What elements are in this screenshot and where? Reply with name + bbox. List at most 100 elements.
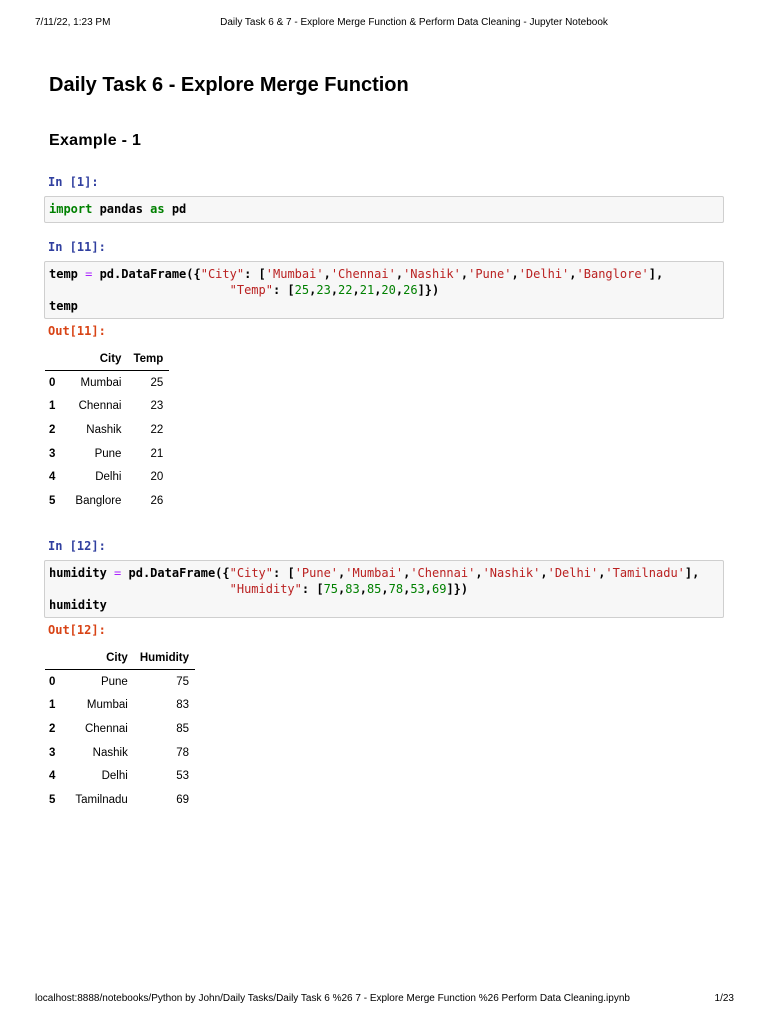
- page-title: Daily Task 6 - Explore Merge Function: [49, 74, 409, 96]
- code-line: temp = pd.DataFrame({"City": ['Mumbai','…: [49, 266, 719, 282]
- code-line: humidity: [49, 597, 719, 613]
- table-row: 4 Delhi 53: [45, 764, 195, 788]
- code-line: import pandas as pd: [49, 201, 719, 217]
- section-heading: Example - 1: [49, 132, 142, 149]
- table-row: 0 Mumbai 25: [45, 371, 169, 395]
- row-index: 4: [49, 770, 56, 783]
- column-header: [45, 348, 70, 371]
- code-token: 'Pune': [294, 566, 339, 580]
- code-token: "City": [200, 267, 245, 281]
- row-index: 0: [49, 376, 56, 389]
- row-index: 0: [49, 675, 56, 688]
- table-cell: Nashik: [86, 423, 122, 436]
- table-cell: Tamilnadu: [75, 793, 128, 806]
- code-token: "City": [229, 566, 273, 580]
- table-row: 3 Pune 21: [45, 442, 169, 466]
- column-header: Humidity: [133, 647, 196, 670]
- table-cell: Delhi: [101, 770, 128, 783]
- print-title: Daily Task 6 & 7 - Explore Merge Functio…: [220, 17, 608, 28]
- table-cell: 22: [150, 423, 164, 436]
- table-row: 5 Banglore 26: [45, 489, 169, 513]
- table-cell: 69: [176, 793, 190, 806]
- code-token: 'Tamilnadu': [605, 566, 685, 580]
- dataframe-temp: City Temp 0 Mumbai 25 1 Chennai 23 2 Nashik 22 3 Pun…: [45, 348, 170, 513]
- code-token: humidity: [49, 598, 107, 612]
- code-token: "Temp": [229, 283, 273, 297]
- table-cell: Mumbai: [86, 699, 128, 712]
- code-token: "Humidity": [229, 582, 302, 596]
- table-cell: Chennai: [84, 722, 128, 735]
- table-cell: Delhi: [95, 471, 122, 484]
- code-token: ,: [330, 283, 339, 297]
- table-cell: 20: [150, 471, 164, 484]
- code-cell-11[interactable]: temp = pd.DataFrame({"City": ['Mumbai','…: [44, 261, 724, 319]
- column-header: City: [69, 647, 134, 670]
- code-token: 25: [294, 283, 310, 297]
- code-token: ,: [359, 582, 367, 596]
- table-cell: 75: [176, 675, 190, 688]
- output-prompt: Out[12]:: [48, 623, 106, 637]
- table-row: 5 Tamilnadu 69: [45, 788, 195, 812]
- code-token: 21: [359, 283, 375, 297]
- input-prompt: In [1]:: [48, 175, 99, 189]
- table-cell: Pune: [94, 447, 122, 460]
- code-token: 78: [388, 582, 404, 596]
- column-header: City: [69, 348, 128, 371]
- code-token: 20: [381, 283, 396, 297]
- code-token: as: [150, 202, 165, 216]
- code-token: import: [49, 202, 93, 216]
- code-token: ,: [395, 267, 404, 281]
- code-token: ,: [540, 566, 548, 580]
- table-cell: 21: [150, 447, 164, 460]
- code-token: : [: [273, 566, 295, 580]
- code-token: : [: [301, 582, 324, 596]
- column-header: [45, 647, 70, 670]
- code-token: ,: [475, 566, 483, 580]
- row-index: 3: [49, 447, 56, 460]
- row-index: 5: [49, 793, 56, 806]
- code-token: pd: [164, 202, 187, 216]
- code-cell-1[interactable]: import pandas as pd: [44, 196, 724, 223]
- row-index: 2: [49, 423, 56, 436]
- code-token: ,: [352, 283, 360, 297]
- table-cell: 23: [150, 400, 164, 413]
- code-token: 'Delhi': [518, 267, 570, 281]
- table-row: 2 Nashik 22: [45, 418, 169, 442]
- code-token: temp: [49, 299, 78, 313]
- code-token: 'Pune': [468, 267, 512, 281]
- code-token: 85: [366, 582, 382, 596]
- input-prompt: In [11]:: [48, 240, 106, 254]
- code-token: ,: [381, 582, 389, 596]
- table-cell: 26: [150, 494, 164, 507]
- table-row: 4 Delhi 20: [45, 465, 169, 489]
- code-token: 'Chennai': [330, 267, 396, 281]
- table-cell: 53: [176, 770, 190, 783]
- code-token: 53: [410, 582, 425, 596]
- table-row: 2 Chennai 85: [45, 717, 195, 741]
- code-token: ]}): [417, 283, 440, 297]
- table-cell: 25: [150, 376, 164, 389]
- code-token: 'Delhi': [547, 566, 599, 580]
- code-cell-12[interactable]: humidity = pd.DataFrame({"City": ['Pune'…: [44, 560, 724, 618]
- code-token: 'Nashik': [482, 566, 541, 580]
- code-token: 'Nashik': [403, 267, 461, 281]
- code-token: ,: [569, 267, 577, 281]
- table-cell: Nashik: [92, 746, 128, 759]
- row-index: 1: [49, 400, 56, 413]
- code-token: 'Banglore': [576, 267, 649, 281]
- table-row: 1 Chennai 23: [45, 395, 169, 419]
- output-prompt: Out[11]:: [48, 324, 106, 338]
- table-row: 3 Nashik 78: [45, 741, 195, 765]
- code-token: ,: [424, 582, 432, 596]
- code-token: 'Mumbai': [345, 566, 404, 580]
- code-line: "Temp": [25,23,22,21,20,26]}): [49, 282, 719, 298]
- code-token: pandas: [92, 202, 151, 216]
- row-index: 3: [49, 746, 56, 759]
- code-line: humidity = pd.DataFrame({"City": ['Pune'…: [49, 565, 719, 581]
- row-index: 1: [49, 699, 56, 712]
- code-token: ]}): [446, 582, 469, 596]
- table-cell: 85: [176, 722, 190, 735]
- table-cell: Pune: [100, 675, 128, 688]
- table-row: 1 Mumbai 83: [45, 694, 195, 718]
